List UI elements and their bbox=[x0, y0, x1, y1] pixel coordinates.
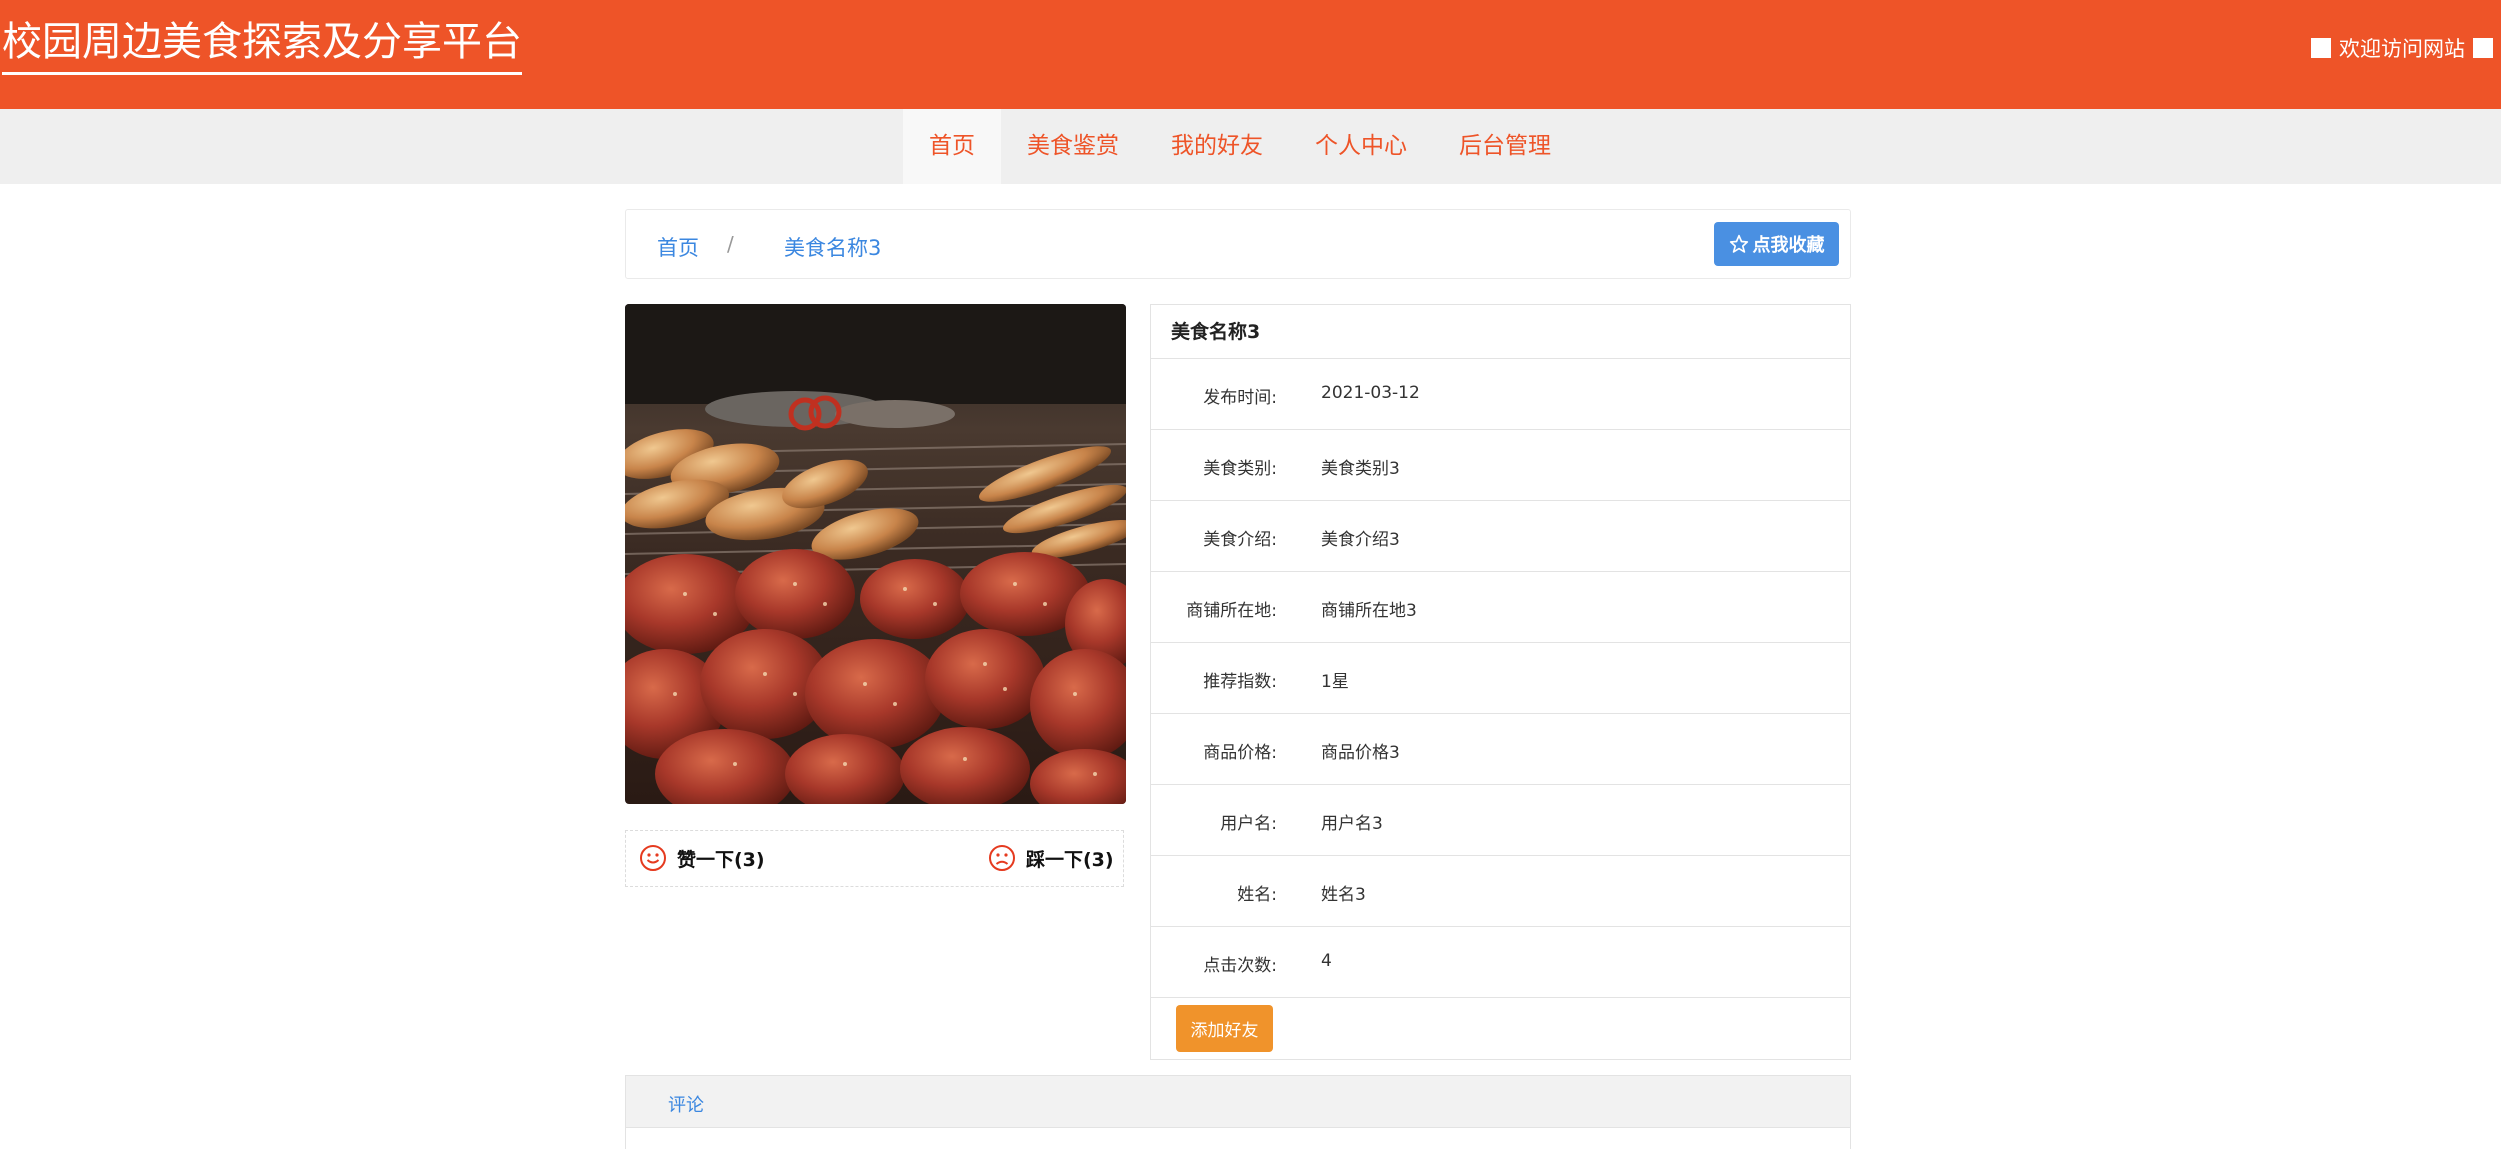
detail-row-price: 商品价格: 商品价格3 bbox=[1151, 714, 1850, 785]
site-title[interactable]: 校园周边美食探索及分享平台 bbox=[2, 18, 522, 75]
breadcrumb: 首页 / 美食名称3 点我收藏 bbox=[625, 209, 1851, 279]
detail-row-click-count: 点击次数: 4 bbox=[1151, 927, 1850, 998]
vote-bar: 赞一下(3) 踩一下(3) bbox=[625, 830, 1124, 887]
nav-home[interactable]: 首页 bbox=[903, 109, 1001, 184]
main-nav: 首页 美食鉴赏 我的好友 个人中心 后台管理 bbox=[0, 109, 2501, 184]
nav-personal-center[interactable]: 个人中心 bbox=[1289, 109, 1433, 184]
detail-row-category: 美食类别: 美食类别3 bbox=[1151, 430, 1850, 501]
tab-comments[interactable]: 评论 bbox=[668, 1091, 704, 1117]
smile-icon bbox=[640, 845, 666, 871]
detail-value: 美食介绍3 bbox=[1321, 530, 1400, 550]
food-image bbox=[625, 304, 1126, 804]
detail-value: 4 bbox=[1321, 951, 1332, 971]
square-icon bbox=[2473, 38, 2493, 58]
detail-row-username: 用户名: 用户名3 bbox=[1151, 785, 1850, 856]
like-button[interactable]: 赞一下(3) bbox=[639, 844, 765, 872]
detail-value: 用户名3 bbox=[1321, 814, 1383, 834]
comments-section: 评论 bbox=[625, 1075, 1851, 1149]
detail-label: 用户名: bbox=[1220, 814, 1277, 834]
nav-my-friends[interactable]: 我的好友 bbox=[1145, 109, 1289, 184]
food-detail-panel: 美食名称3 发布时间: 2021-03-12 美食类别: 美食类别3 美食介绍:… bbox=[1150, 304, 1851, 1060]
add-friend-button[interactable]: 添加好友 bbox=[1176, 1005, 1273, 1052]
detail-label: 商铺所在地: bbox=[1186, 601, 1277, 621]
like-label: 赞一下(3) bbox=[677, 848, 765, 871]
dislike-button[interactable]: 踩一下(3) bbox=[988, 844, 1114, 872]
welcome-text: 欢迎访问网站 bbox=[2311, 33, 2493, 63]
nav-admin[interactable]: 后台管理 bbox=[1433, 109, 1577, 184]
detail-label: 推荐指数: bbox=[1203, 672, 1277, 692]
breadcrumb-separator: / bbox=[727, 232, 734, 256]
site-header: 校园周边美食探索及分享平台 欢迎访问网站 bbox=[0, 0, 2501, 109]
detail-value: 商品价格3 bbox=[1321, 743, 1400, 763]
detail-label: 美食介绍: bbox=[1203, 530, 1277, 550]
favorite-button-label: 点我收藏 bbox=[1752, 235, 1825, 256]
dislike-label: 踩一下(3) bbox=[1026, 848, 1114, 871]
favorite-button[interactable]: 点我收藏 bbox=[1714, 222, 1839, 266]
breadcrumb-home[interactable]: 首页 bbox=[657, 232, 699, 262]
detail-label: 美食类别: bbox=[1203, 459, 1277, 479]
detail-label: 发布时间: bbox=[1203, 388, 1277, 408]
star-icon bbox=[1729, 234, 1748, 253]
frown-icon bbox=[989, 845, 1015, 871]
detail-value: 姓名3 bbox=[1321, 885, 1366, 905]
detail-row-publish-time: 发布时间: 2021-03-12 bbox=[1151, 359, 1850, 430]
breadcrumb-current[interactable]: 美食名称3 bbox=[784, 232, 881, 262]
detail-value: 美食类别3 bbox=[1321, 459, 1400, 479]
detail-row-name: 姓名: 姓名3 bbox=[1151, 856, 1850, 927]
welcome-label: 欢迎访问网站 bbox=[2339, 37, 2465, 61]
detail-value: 1星 bbox=[1321, 672, 1349, 692]
detail-row-intro: 美食介绍: 美食介绍3 bbox=[1151, 501, 1850, 572]
detail-label: 点击次数: bbox=[1203, 956, 1277, 976]
detail-row-shop-location: 商铺所在地: 商铺所在地3 bbox=[1151, 572, 1850, 643]
detail-row-rating: 推荐指数: 1星 bbox=[1151, 643, 1850, 714]
comments-header: 评论 bbox=[626, 1076, 1850, 1128]
food-name-heading: 美食名称3 bbox=[1151, 305, 1850, 359]
nav-food-appreciation[interactable]: 美食鉴赏 bbox=[1001, 109, 1145, 184]
detail-label: 商品价格: bbox=[1203, 743, 1277, 763]
detail-label: 姓名: bbox=[1237, 885, 1277, 905]
square-icon bbox=[2311, 38, 2331, 58]
detail-value: 2021-03-12 bbox=[1321, 383, 1420, 403]
detail-value: 商铺所在地3 bbox=[1321, 601, 1417, 621]
